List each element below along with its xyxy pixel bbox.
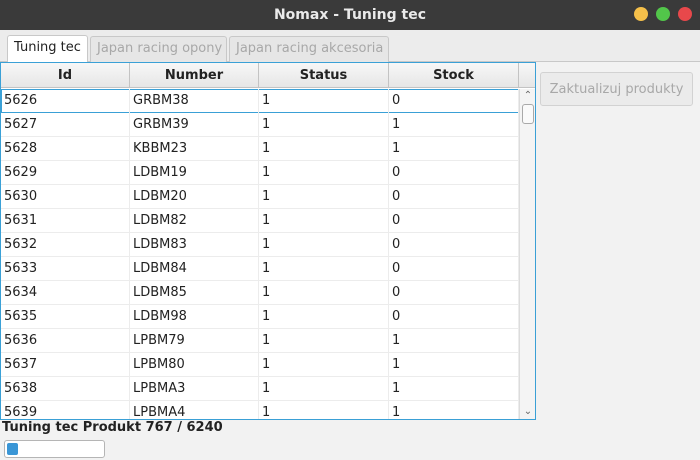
- cell-id: 5637: [1, 353, 130, 377]
- cell-stock: 1: [389, 113, 519, 137]
- table-row[interactable]: 5627 GRBM39 1 1: [1, 113, 519, 137]
- chevron-up-icon[interactable]: ⌃: [520, 89, 535, 103]
- cell-id: 5629: [1, 161, 130, 185]
- cell-id: 5628: [1, 137, 130, 161]
- tab-content: Id Number Status Stock 5626 GRBM38 1 0 5627 G…: [0, 62, 700, 420]
- cell-number: LDBM83: [130, 233, 259, 257]
- cell-id: 5633: [1, 257, 130, 281]
- update-products-button[interactable]: Zaktualizuj produkty: [540, 72, 693, 106]
- cell-number: GRBM39: [130, 113, 259, 137]
- table-row[interactable]: 5635 LDBM98 1 0: [1, 305, 519, 329]
- table-row[interactable]: 5636 LPBM79 1 1: [1, 329, 519, 353]
- cell-number: LDBM82: [130, 209, 259, 233]
- cell-id: 5636: [1, 329, 130, 353]
- cell-status: 1: [259, 305, 389, 329]
- cell-stock: 0: [389, 281, 519, 305]
- table-row[interactable]: 5639 LPBMA4 1 1: [1, 401, 519, 419]
- cell-id: 5632: [1, 233, 130, 257]
- cell-status: 1: [259, 353, 389, 377]
- cell-id: 5635: [1, 305, 130, 329]
- maximize-button[interactable]: [656, 7, 670, 21]
- cell-status: 1: [259, 161, 389, 185]
- scrollbar-thumb[interactable]: [522, 104, 534, 124]
- cell-stock: 0: [389, 209, 519, 233]
- cell-stock: 0: [389, 305, 519, 329]
- cell-status: 1: [259, 401, 389, 419]
- cell-number: LDBM19: [130, 161, 259, 185]
- cell-status: 1: [259, 137, 389, 161]
- window-title: Nomax - Tuning tec: [273, 7, 427, 23]
- cell-number: LPBMA3: [130, 377, 259, 401]
- cell-number: GRBM38: [130, 89, 259, 113]
- cell-status: 1: [259, 329, 389, 353]
- tab-tuning-tec[interactable]: Tuning tec: [7, 35, 88, 63]
- tab-japan-racing-akcesoria[interactable]: Japan racing akcesoria: [229, 36, 389, 62]
- cell-number: LDBM85: [130, 281, 259, 305]
- cell-stock: 0: [389, 89, 519, 113]
- table-row[interactable]: 5634 LDBM85 1 0: [1, 281, 519, 305]
- column-header-id[interactable]: Id: [1, 63, 130, 88]
- progress-fill: [7, 443, 18, 455]
- status-bar: Tuning tec Produkt 767 / 6240: [0, 420, 700, 460]
- cell-number: LPBM79: [130, 329, 259, 353]
- cell-status: 1: [259, 113, 389, 137]
- cell-stock: 1: [389, 353, 519, 377]
- cell-id: 5631: [1, 209, 130, 233]
- close-button[interactable]: [678, 7, 692, 21]
- table-body: 5626 GRBM38 1 0 5627 GRBM39 1 1 5628 KBBM23 1 1 5629…: [1, 89, 519, 419]
- table-row[interactable]: 5628 KBBM23 1 1: [1, 137, 519, 161]
- status-text: Tuning tec Produkt 767 / 6240: [2, 420, 223, 435]
- cell-id: 5634: [1, 281, 130, 305]
- table-row[interactable]: 5632 LDBM83 1 0: [1, 233, 519, 257]
- cell-stock: 0: [389, 257, 519, 281]
- table-row[interactable]: 5629 LDBM19 1 0: [1, 161, 519, 185]
- cell-status: 1: [259, 257, 389, 281]
- cell-number: KBBM23: [130, 137, 259, 161]
- column-header-number[interactable]: Number: [130, 63, 259, 88]
- cell-id: 5630: [1, 185, 130, 209]
- cell-status: 1: [259, 281, 389, 305]
- cell-stock: 1: [389, 401, 519, 419]
- cell-id: 5638: [1, 377, 130, 401]
- cell-status: 1: [259, 377, 389, 401]
- cell-id: 5627: [1, 113, 130, 137]
- table-row[interactable]: 5630 LDBM20 1 0: [1, 185, 519, 209]
- cell-stock: 0: [389, 185, 519, 209]
- products-table: Id Number Status Stock 5626 GRBM38 1 0 5627 G…: [0, 62, 536, 420]
- cell-status: 1: [259, 209, 389, 233]
- cell-stock: 1: [389, 329, 519, 353]
- header-corner: [519, 63, 535, 88]
- cell-stock: 1: [389, 137, 519, 161]
- cell-id: 5626: [1, 89, 130, 113]
- minimize-button[interactable]: [634, 7, 648, 21]
- progress-bar: [4, 440, 105, 458]
- cell-number: LDBM20: [130, 185, 259, 209]
- cell-status: 1: [259, 233, 389, 257]
- table-row[interactable]: 5637 LPBM80 1 1: [1, 353, 519, 377]
- table-row[interactable]: 5631 LDBM82 1 0: [1, 209, 519, 233]
- cell-number: LPBM80: [130, 353, 259, 377]
- cell-status: 1: [259, 185, 389, 209]
- tab-strip: Tuning tec Japan racing opony Japan raci…: [0, 30, 700, 63]
- cell-number: LPBMA4: [130, 401, 259, 419]
- table-row[interactable]: 5638 LPBMA3 1 1: [1, 377, 519, 401]
- cell-stock: 1: [389, 377, 519, 401]
- cell-id: 5639: [1, 401, 130, 419]
- table-row[interactable]: 5633 LDBM84 1 0: [1, 257, 519, 281]
- cell-number: LDBM84: [130, 257, 259, 281]
- chevron-down-icon[interactable]: ⌄: [520, 405, 535, 419]
- table-header: Id Number Status Stock: [1, 63, 535, 88]
- column-header-status[interactable]: Status: [259, 63, 389, 88]
- window-titlebar: Nomax - Tuning tec: [0, 0, 700, 30]
- cell-number: LDBM98: [130, 305, 259, 329]
- vertical-scrollbar[interactable]: ⌃ ⌄: [519, 89, 535, 419]
- cell-status: 1: [259, 89, 389, 113]
- column-header-stock[interactable]: Stock: [389, 63, 519, 88]
- cell-stock: 0: [389, 233, 519, 257]
- cell-stock: 0: [389, 161, 519, 185]
- tab-japan-racing-opony[interactable]: Japan racing opony: [90, 36, 227, 62]
- table-row[interactable]: 5626 GRBM38 1 0: [1, 89, 519, 113]
